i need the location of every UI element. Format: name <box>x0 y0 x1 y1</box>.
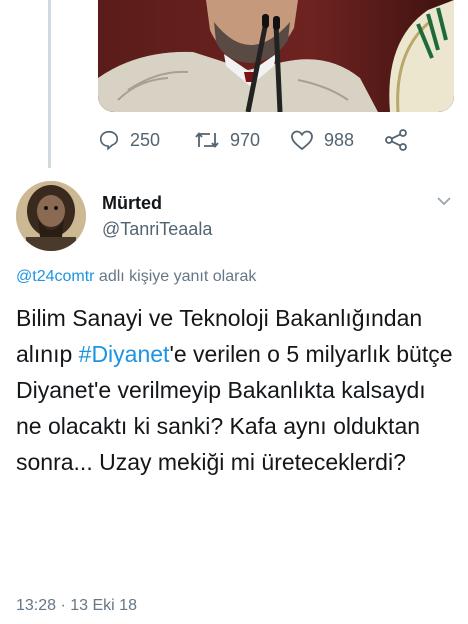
tweet-actions-bar: 250 970 988 <box>98 124 438 156</box>
like-action[interactable]: 988 <box>290 124 354 156</box>
author-handle[interactable]: @TanriTeaala <box>102 219 212 240</box>
author-name[interactable]: Mürted <box>102 193 162 214</box>
retweet-count: 970 <box>230 129 261 150</box>
hashtag-link[interactable]: #Diyanet <box>79 341 170 367</box>
like-count: 988 <box>324 129 355 150</box>
avatar[interactable] <box>16 181 86 251</box>
share-action[interactable] <box>384 124 408 156</box>
retweet-action[interactable]: 970 <box>194 124 260 156</box>
thread-connector-line <box>48 0 51 168</box>
share-icon <box>385 129 407 151</box>
reply-mention-link[interactable]: @t24comtr <box>16 268 94 285</box>
avatar-image <box>16 181 86 251</box>
tweet-media-image[interactable] <box>98 0 454 112</box>
chevron-down-icon[interactable] <box>434 191 454 211</box>
reply-count: 250 <box>130 129 161 150</box>
heart-icon <box>291 130 313 151</box>
tweet-timestamp[interactable]: 13:28 · 13 Eki 18 <box>16 597 137 615</box>
reply-context-label: adlı kişiye yanıt olarak <box>94 268 257 285</box>
reply-icon <box>99 130 119 151</box>
tweet-body: Bilim Sanayi ve Teknoloji Bakanlığından … <box>16 300 456 480</box>
tweet-author-header: Mürted @TanriTeaala <box>16 181 456 253</box>
reply-action[interactable]: 250 <box>98 124 160 156</box>
retweet-icon <box>195 132 219 148</box>
speaker-photo <box>98 0 454 112</box>
reply-context: @t24comtr adlı kişiye yanıt olarak <box>16 268 256 286</box>
